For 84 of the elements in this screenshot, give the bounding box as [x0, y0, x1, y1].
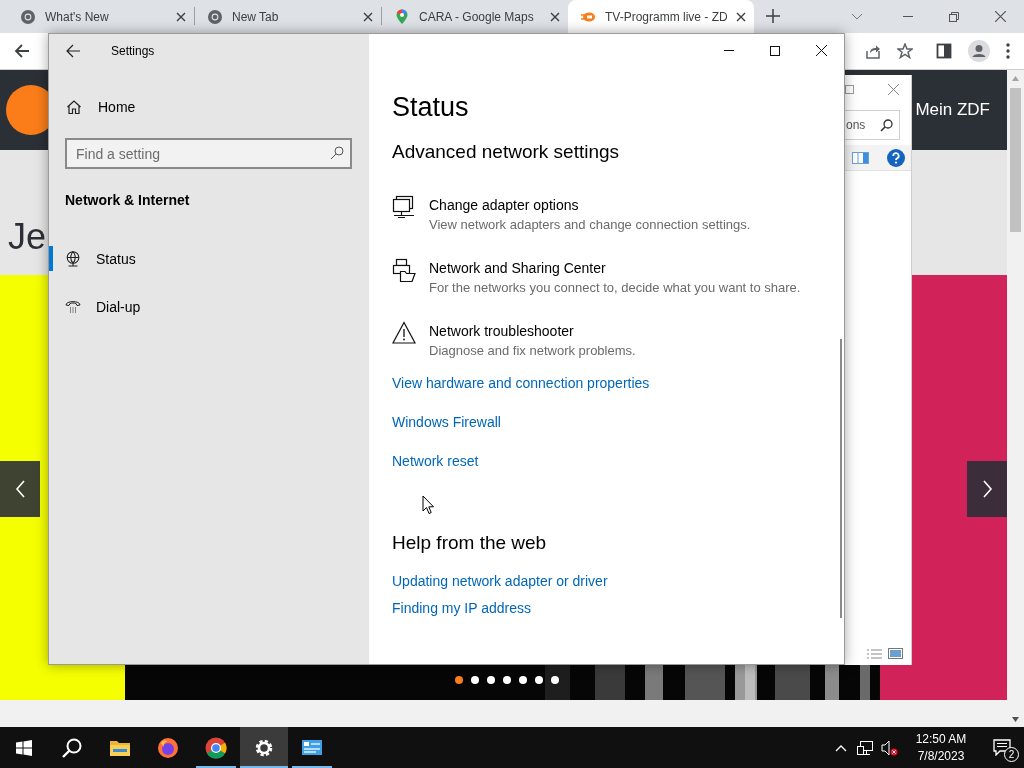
settings-link[interactable]: View hardware and connection properties [392, 373, 650, 393]
chevron-left-icon [14, 480, 26, 498]
option-link[interactable]: Network and Sharing Center [429, 258, 801, 278]
close-icon[interactable] [363, 11, 373, 22]
globe-icon [65, 251, 81, 267]
help-link[interactable]: Updating network adapter or driver [392, 571, 608, 591]
close-icon[interactable] [550, 11, 560, 22]
tab-title: New Tab [232, 8, 280, 26]
phone-icon [65, 299, 81, 315]
option-description: View network adapters and change connection settings. [429, 216, 751, 234]
profile-icon[interactable] [968, 40, 990, 62]
close-icon[interactable] [995, 11, 1006, 22]
page-title: Status [392, 91, 469, 124]
chevron-up-icon[interactable] [835, 743, 847, 752]
notification-icon [993, 739, 1011, 756]
chevron-right-icon [981, 480, 993, 498]
search-icon[interactable] [330, 146, 344, 160]
notification-count: 2 [1004, 747, 1019, 762]
menu-icon[interactable] [1006, 43, 1010, 59]
clock[interactable]: 12:50 AM 7/8/2023 [908, 730, 974, 765]
help-link[interactable]: Finding my IP address [392, 598, 532, 618]
warning-icon [392, 321, 416, 345]
search-icon[interactable] [880, 118, 893, 132]
close-icon[interactable] [736, 11, 746, 22]
mouse-cursor-icon [422, 495, 435, 515]
map-pin-icon [394, 8, 410, 25]
settings-link[interactable]: Windows Firewall [392, 412, 501, 432]
chrome-icon [204, 736, 228, 759]
notifications-button[interactable]: 2 [980, 727, 1024, 768]
back-arrow-icon[interactable] [66, 43, 81, 58]
chrome-icon [20, 8, 36, 25]
star-icon[interactable] [897, 43, 913, 59]
section-title: Network & Internet [65, 191, 191, 210]
section-heading: Advanced network settings [392, 140, 620, 164]
columns-icon[interactable] [852, 151, 869, 164]
scrollbar-thumb[interactable] [1010, 88, 1021, 232]
nav-item[interactable]: Status [49, 239, 369, 279]
minimize-icon [724, 50, 734, 51]
browser-tab[interactable]: What's New [8, 0, 194, 33]
windows-logo-icon [16, 739, 32, 756]
window-title: Settings [111, 42, 155, 60]
search-icon [62, 737, 82, 758]
monitor-network-icon [392, 195, 416, 219]
taskbar-app-button[interactable] [240, 727, 288, 768]
scrollbar[interactable] [1007, 70, 1024, 727]
chrome-icon [207, 8, 223, 25]
printer-folder-icon [392, 258, 416, 282]
browser-tab[interactable]: TV-Programm live - ZD [568, 0, 754, 33]
side-panel-icon[interactable] [936, 43, 952, 59]
home-icon [66, 99, 82, 115]
new-tab-icon[interactable] [766, 9, 780, 23]
home-nav-item[interactable]: Home [49, 87, 369, 127]
restore-icon[interactable] [845, 84, 854, 94]
option-description: For the networks you connect to, decide what you want to share. [429, 279, 801, 297]
search-field[interactable]: Find a setting [65, 138, 352, 169]
option-description: Diagnose and fix network problems. [429, 342, 636, 360]
muted-speaker-icon[interactable] [881, 739, 898, 756]
option-link[interactable]: Change adapter options [429, 195, 751, 215]
nav-item[interactable]: Dial-up [49, 287, 369, 327]
search-field[interactable]: ons [845, 110, 900, 140]
maximize-icon [770, 45, 780, 56]
header-link[interactable]: Mein ZDF [915, 97, 990, 123]
preview-icon[interactable] [888, 648, 903, 659]
logo-icon[interactable] [6, 85, 48, 135]
settings-link[interactable]: Network reset [392, 451, 479, 471]
share-icon[interactable] [865, 43, 881, 59]
browser-tab[interactable]: New Tab [195, 0, 381, 33]
scrollbar-thumb[interactable] [840, 339, 842, 618]
close-icon[interactable] [176, 11, 186, 22]
scroll-down-icon[interactable] [1012, 717, 1019, 722]
tab-title: CARA - Google Maps [419, 8, 535, 26]
chevron-down-icon[interactable] [851, 13, 863, 20]
help-icon[interactable] [887, 148, 905, 167]
section-heading: Help from the web [392, 531, 547, 555]
tab-title: TV-Programm live - ZD [605, 8, 727, 26]
page-heading: Je [8, 217, 47, 257]
restore-icon[interactable] [949, 11, 959, 22]
back-arrow-icon[interactable] [14, 43, 30, 59]
tab-title: What's New [45, 8, 110, 26]
option-link[interactable]: Network troubleshooter [429, 321, 636, 341]
network-icon[interactable] [857, 739, 873, 756]
close-icon [815, 45, 827, 56]
firefox-icon [157, 736, 179, 759]
browser-tab[interactable]: CARA - Google Maps [382, 0, 568, 33]
